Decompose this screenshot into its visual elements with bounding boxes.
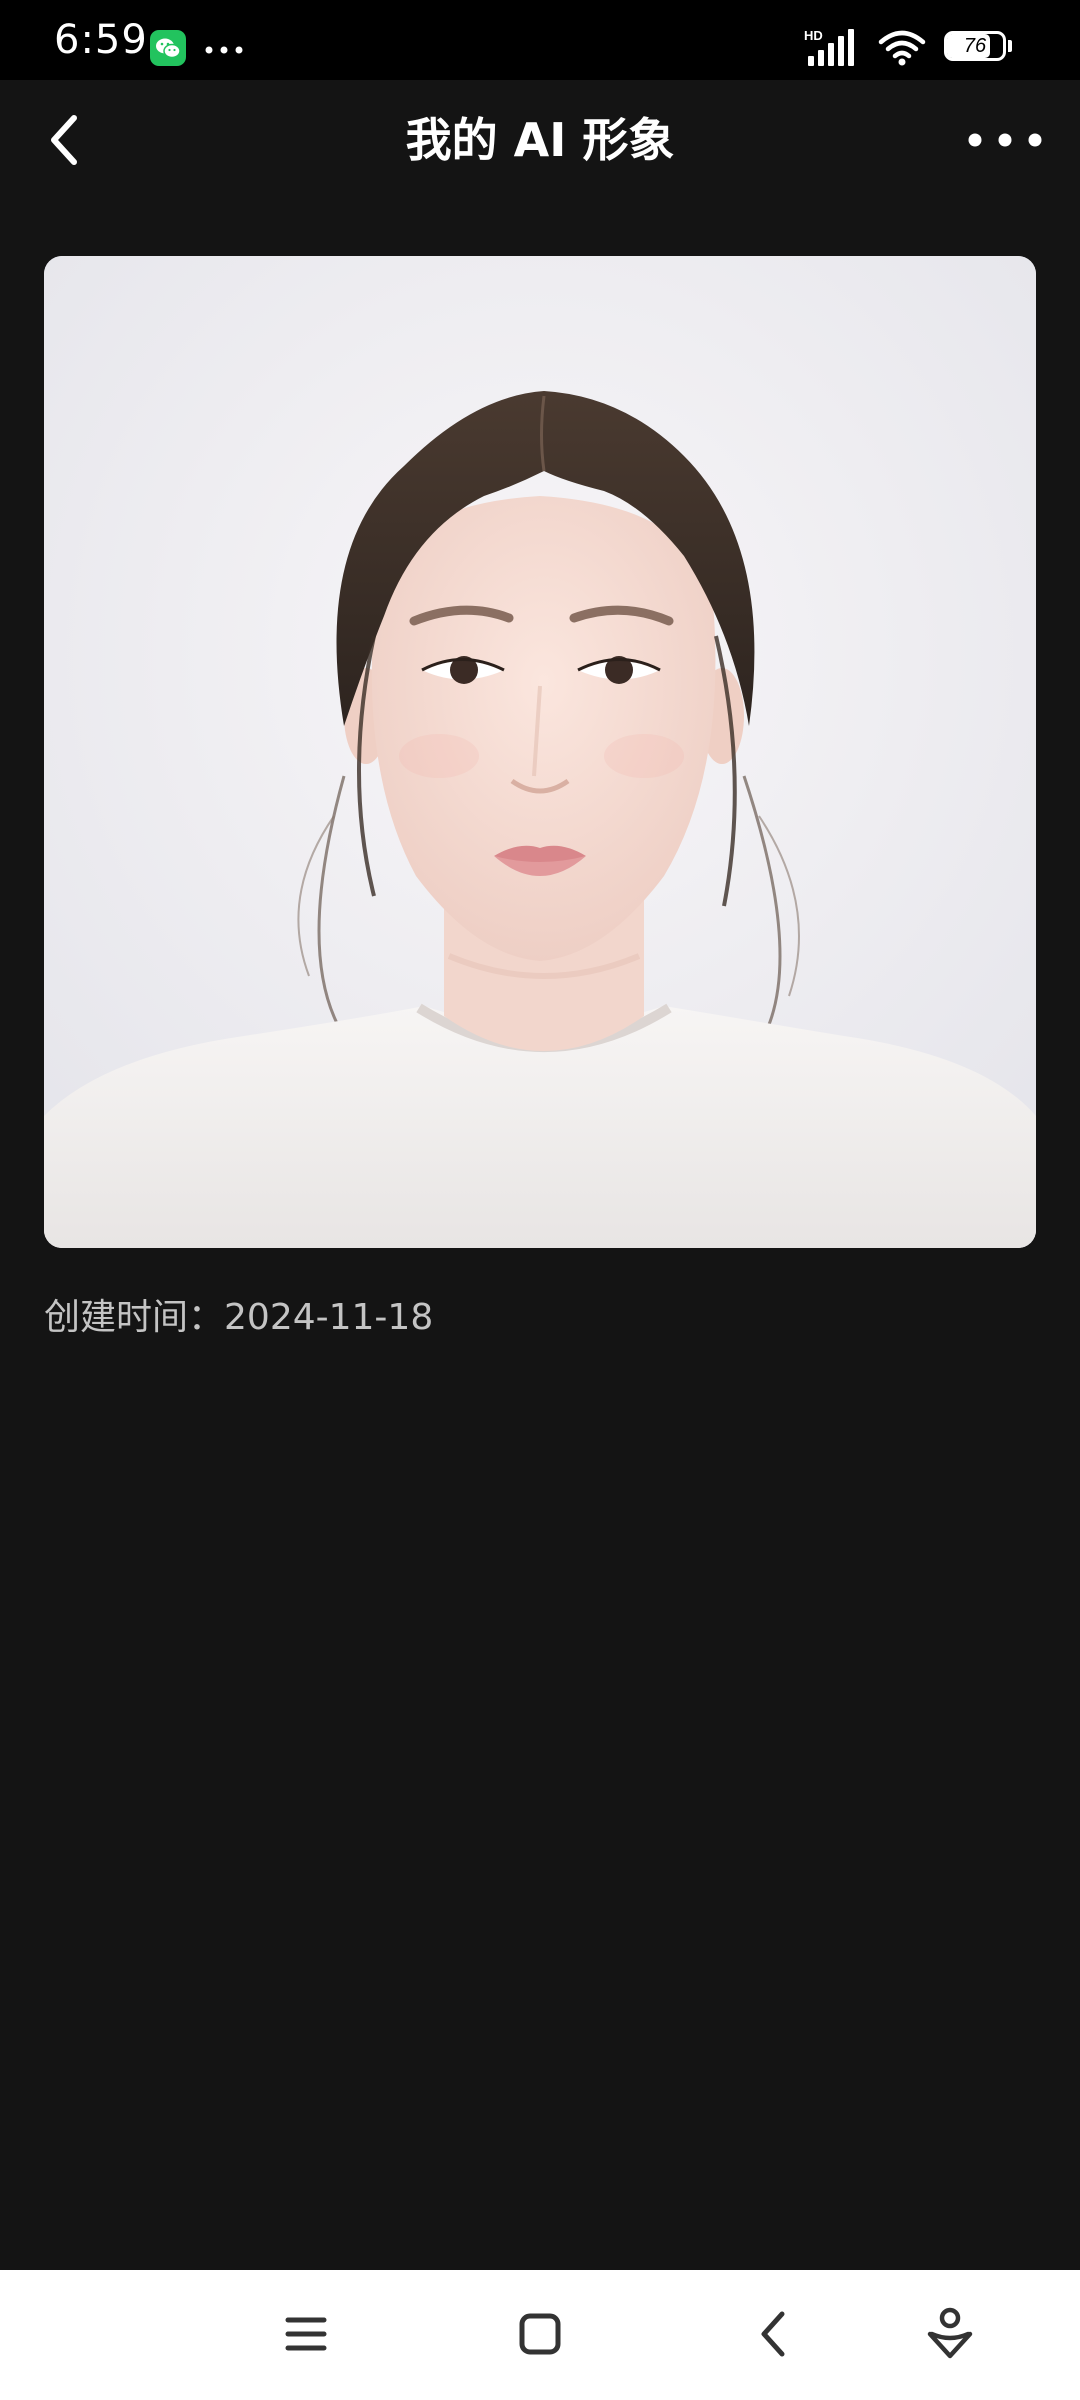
- system-nav-bar: [0, 2270, 1080, 2400]
- network-badge: HD: [804, 28, 823, 43]
- page-title: 我的 AI 形象: [405, 113, 675, 167]
- chevron-left-icon: [51, 115, 77, 165]
- assistant-icon: [927, 2307, 973, 2359]
- home-button[interactable]: [500, 2294, 580, 2374]
- system-back-button[interactable]: [734, 2294, 814, 2374]
- ai-avatar-image[interactable]: [44, 256, 1036, 1248]
- menu-icon: [285, 2317, 327, 2351]
- top-nav-bar: 我的 AI 形象: [0, 80, 1080, 200]
- wechat-icon: [150, 30, 186, 66]
- home-icon: [519, 2313, 561, 2355]
- portrait-illustration: [44, 256, 1036, 1248]
- assistant-button[interactable]: [910, 2294, 990, 2374]
- wifi-icon: [878, 30, 926, 66]
- created-date: 2024-11-18: [224, 1297, 434, 1338]
- battery-icon: 76: [944, 31, 1012, 65]
- back-icon: [761, 2311, 785, 2357]
- more-horizontal-icon: [968, 133, 1042, 147]
- status-bar: 6:59 HD 76: [0, 0, 1080, 80]
- more-options-button[interactable]: [960, 110, 1050, 170]
- back-button[interactable]: [30, 102, 106, 178]
- signal-icon: HD: [804, 28, 854, 66]
- battery-level: 76: [963, 35, 987, 57]
- battery-tip: [1008, 40, 1012, 52]
- status-indicators: HD 76: [780, 0, 1080, 80]
- status-time: 6:59: [54, 17, 148, 63]
- created-date-row: 创建时间：2024-11-18: [44, 1290, 433, 1346]
- more-dots-icon: [205, 46, 243, 54]
- created-label: 创建时间：: [44, 1297, 225, 1338]
- screen: 6:59 HD 76 我的 AI 形象 创建时间：2024-11-18: [0, 0, 1080, 2400]
- menu-button[interactable]: [266, 2294, 346, 2374]
